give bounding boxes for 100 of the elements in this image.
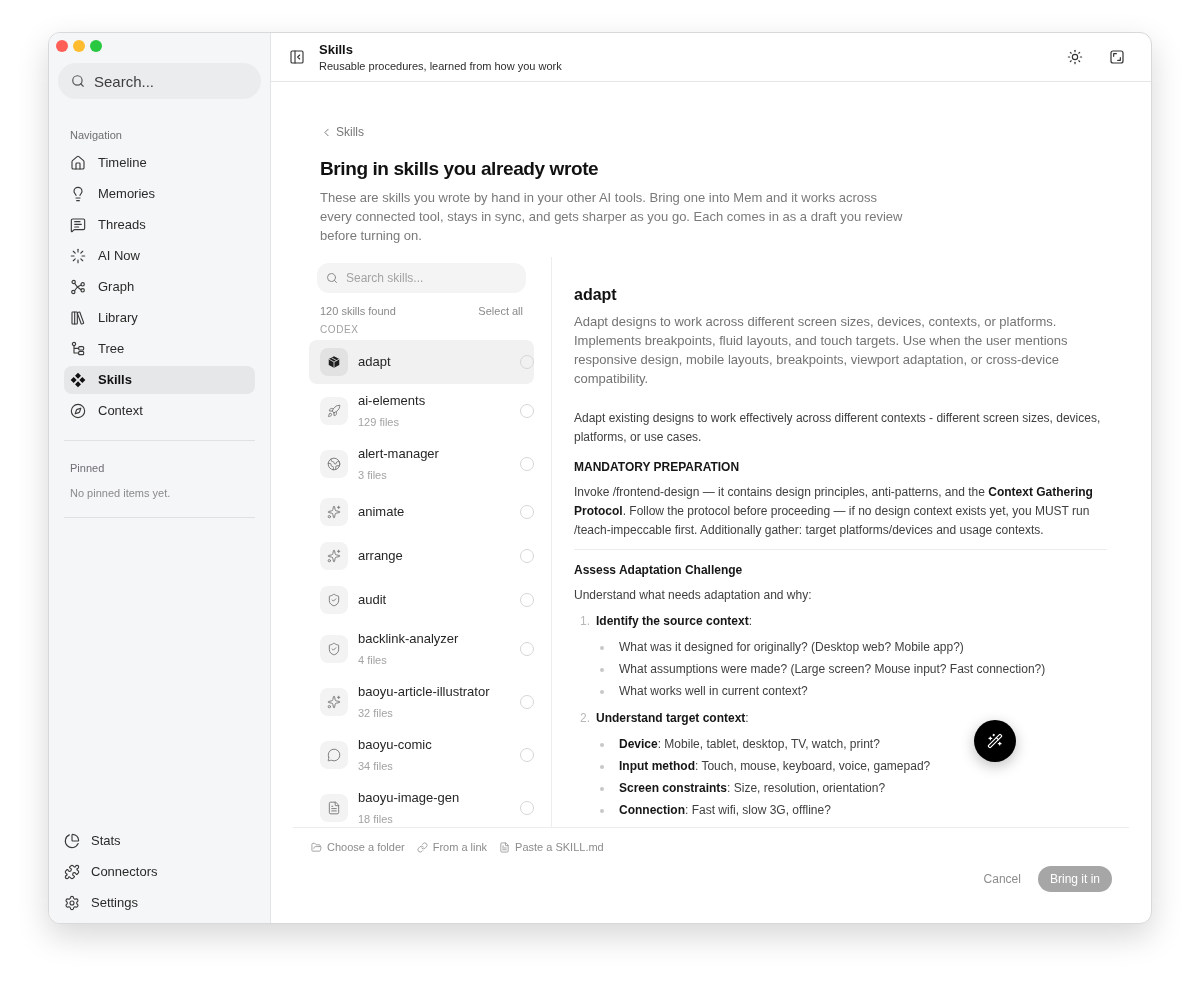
wand-icon xyxy=(987,733,1003,749)
skill-description: Adapt designs to work across different screen sizes, devices, contexts, or platforms. Implements breakpoints, fluid layouts, and touch targets. Use when the user mentions responsive design, mobile layouts, breakpoints, viewport adaptation, or cross-device compatibility. xyxy=(574,313,1069,388)
bullet-icon xyxy=(600,764,604,769)
skill-name: animate xyxy=(358,503,406,521)
skill-name: alert-manager xyxy=(358,445,440,463)
section-label: Navigation xyxy=(69,128,123,142)
skill-row[interactable]: baoyu-image-gen 18 files xyxy=(309,781,534,827)
document-icon xyxy=(499,841,511,853)
list-item-text: Input method: Touch, mouse, keyboard, voice, gamepad? xyxy=(619,758,931,775)
sparkles-icon xyxy=(320,542,348,570)
bullet-icon xyxy=(600,808,604,813)
body-paragraph: Adapt existing designs to work effectively across different contexts - different screen sizes, devices, platforms, or use cases. xyxy=(574,410,1102,446)
skill-row[interactable]: arrange xyxy=(309,534,534,578)
rocket-icon xyxy=(320,396,348,425)
house-icon xyxy=(70,155,86,171)
list-item-text: Device: Mobile, tablet, desktop, TV, watch, print? xyxy=(619,736,880,753)
skill-name: baoyu-article-illustrator xyxy=(358,683,491,701)
nav-item[interactable]: Settings xyxy=(64,889,255,917)
skill-name: baoyu-comic xyxy=(358,736,433,754)
list-number: 1. xyxy=(579,613,591,630)
empty-message: No pinned items yet. xyxy=(69,486,172,500)
compass-icon xyxy=(70,403,86,419)
window-close-icon[interactable] xyxy=(56,40,68,52)
nav-item[interactable]: Tree xyxy=(64,335,255,363)
page-subtitle: Reusable procedures, learned from how you work xyxy=(319,58,562,73)
settings-icon xyxy=(64,895,80,911)
skill-name: adapt xyxy=(358,353,392,371)
nav-item[interactable]: Graph xyxy=(64,273,255,301)
sparkles-icon xyxy=(320,687,348,716)
pie-chart-icon xyxy=(64,833,80,849)
import-option-link[interactable]: Paste a SKILL.md xyxy=(499,840,604,854)
skill-name: arrange xyxy=(358,547,404,565)
theme-toggle-icon[interactable] xyxy=(1067,49,1083,65)
skill-row[interactable]: ai-elements 129 files xyxy=(309,384,534,437)
list-item-text: Understand target context: xyxy=(596,710,749,727)
skill-row[interactable]: baoyu-comic 34 files xyxy=(309,728,534,781)
sparkles-icon xyxy=(320,498,348,526)
file-count: 32 files xyxy=(358,706,394,720)
nav-item[interactable]: Stats xyxy=(64,827,255,855)
search-field[interactable]: Search skills... xyxy=(317,263,526,293)
shield-check-icon xyxy=(320,634,348,663)
cancel-button[interactable]: Cancel xyxy=(983,871,1021,887)
back-link[interactable]: Skills xyxy=(320,124,364,140)
diamonds-icon xyxy=(70,372,86,388)
skill-row[interactable]: audit xyxy=(309,578,534,622)
skill-row[interactable]: baoyu-article-illustrator 32 files xyxy=(309,675,534,728)
import-option-link[interactable]: From a link xyxy=(416,840,488,854)
sidebar-toggle-icon[interactable] xyxy=(289,49,305,65)
bullet-icon xyxy=(600,667,604,672)
folder-icon xyxy=(311,841,322,853)
bullet-icon xyxy=(600,645,604,650)
skill-row[interactable]: backlink-analyzer 4 files xyxy=(309,622,534,675)
shield-check-icon xyxy=(320,586,348,614)
window-zoom-icon[interactable] xyxy=(90,40,102,52)
page-title: Skills xyxy=(319,41,354,58)
section-heading: Assess Adaptation Challenge xyxy=(574,562,744,579)
file-count: 3 files xyxy=(358,468,388,482)
nav-item[interactable]: Threads xyxy=(64,211,255,239)
skill-row[interactable]: alert-manager 3 files xyxy=(309,437,534,490)
nav-item[interactable]: Connectors xyxy=(64,858,255,886)
skill-name: baoyu-image-gen xyxy=(358,789,461,807)
skill-row[interactable]: adapt xyxy=(309,340,534,384)
skill-title: adapt xyxy=(574,285,618,305)
search-icon xyxy=(326,272,338,284)
nav-item[interactable]: Skills xyxy=(64,366,255,394)
list-item-text: What was it designed for originally? (Desktop web? Mobile app?) xyxy=(619,639,964,656)
link-icon xyxy=(416,841,428,853)
document-icon xyxy=(320,793,348,822)
nav-item[interactable]: AI Now xyxy=(64,242,255,270)
select-all-button[interactable]: Select all xyxy=(478,304,523,318)
skill-name: ai-elements xyxy=(358,392,427,410)
intro-paragraph: These are skills you wrote by hand in your other AI tools. Bring one into Mem and it works across every connected tool, stays in sync, and gets sharper as you go. Each comes in as a draft you review before turning on. xyxy=(320,189,904,245)
list-item-text: Connection: Fast wifi, slow 3G, offline? xyxy=(619,802,831,819)
puzzle-icon xyxy=(64,864,80,880)
nav-item[interactable]: Context xyxy=(64,397,255,425)
bullet-icon xyxy=(600,742,604,747)
group-label: CODEX xyxy=(319,324,360,336)
file-count: 34 files xyxy=(358,759,394,773)
cube-icon xyxy=(320,348,348,376)
skill-row[interactable]: animate xyxy=(309,490,534,534)
import-option-link[interactable]: Choose a folder xyxy=(311,840,405,854)
search-field[interactable]: Search... xyxy=(58,63,261,99)
list-item-text: What works well in current context? xyxy=(619,683,808,700)
wand-button[interactable] xyxy=(974,720,1016,762)
nav-item[interactable]: Memories xyxy=(64,180,255,208)
result-count: 120 skills found xyxy=(320,304,396,318)
books-icon xyxy=(70,310,86,326)
expand-icon[interactable] xyxy=(1109,49,1125,65)
bullet-icon xyxy=(600,689,604,694)
skill-name: backlink-analyzer xyxy=(358,630,460,648)
window-minimize-icon[interactable] xyxy=(73,40,85,52)
nav-item[interactable]: Timeline xyxy=(64,149,255,177)
list-item-text: Screen constraints: Size, resolution, orientation? xyxy=(619,780,886,797)
tree-icon xyxy=(70,341,86,357)
loader-icon xyxy=(70,248,86,264)
nav-item[interactable]: Library xyxy=(64,304,255,332)
chat-bubble-icon xyxy=(320,740,348,769)
lightbulb-icon xyxy=(70,186,86,202)
skill-name: audit xyxy=(358,591,388,609)
section-label: Pinned xyxy=(69,461,106,475)
